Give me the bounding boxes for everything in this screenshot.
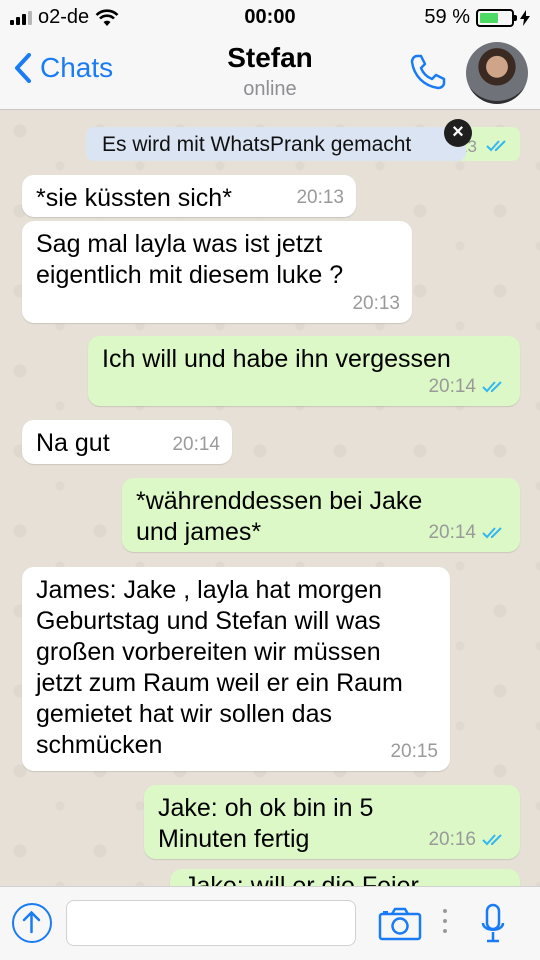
message-text: James: Jake , layla hat morgen Geburtsta… bbox=[36, 576, 403, 759]
message-bubble-outgoing[interactable]: Ich will und habe ihn vergessen 20:14 bbox=[88, 336, 520, 406]
message-bubble-outgoing[interactable]: Jake: oh ok bin in 5 Minuten fertig 20:1… bbox=[144, 785, 520, 859]
message-bubble-outgoing[interactable]: *währenddessen bei Jake und james* 20:14 bbox=[122, 478, 520, 552]
contact-name[interactable]: Stefan bbox=[0, 42, 540, 74]
camera-icon bbox=[378, 907, 422, 941]
message-time: 20:15 bbox=[390, 741, 438, 762]
message-time: 20:14 bbox=[428, 522, 476, 543]
battery-percent: 59 % bbox=[424, 6, 470, 28]
chat-header: Chats Stefan online bbox=[0, 36, 540, 110]
arrow-up-icon bbox=[22, 910, 41, 934]
close-icon[interactable]: × bbox=[444, 119, 472, 147]
message-meta: 20:14 bbox=[172, 429, 220, 460]
more-dots-icon bbox=[443, 909, 447, 939]
whatsprank-banner: Es wird mit WhatsPrank gemacht bbox=[86, 127, 466, 161]
read-ticks-icon bbox=[486, 140, 506, 152]
status-right: 59 % bbox=[424, 6, 530, 29]
message-bubble-incoming[interactable]: Sag mal layla was ist jetzt eigentlich m… bbox=[22, 221, 412, 323]
microphone-icon bbox=[481, 903, 505, 943]
chat-area[interactable]: 13 Es wird mit WhatsPrank gemacht × *sie… bbox=[0, 111, 540, 886]
upload-arrow-icon[interactable] bbox=[12, 903, 52, 943]
contact-avatar[interactable] bbox=[466, 42, 528, 104]
status-bar: o2-de 00:00 59 % bbox=[0, 0, 540, 36]
battery-fill bbox=[480, 12, 498, 23]
read-ticks-icon bbox=[482, 526, 502, 538]
phone-icon bbox=[410, 54, 446, 90]
camera-button[interactable] bbox=[378, 907, 422, 946]
message-time: 20:14 bbox=[172, 434, 220, 455]
message-meta: 20:15 bbox=[390, 736, 438, 767]
message-time: 20:13 bbox=[352, 293, 400, 314]
message-text: Sag mal layla was ist jetzt eigentlich m… bbox=[36, 230, 344, 289]
input-bar bbox=[0, 886, 540, 960]
message-text: *währenddessen bei Jake und james* bbox=[136, 487, 423, 546]
message-meta: 20:16 bbox=[428, 824, 508, 855]
message-bubble-incoming[interactable]: Na gut 20:14 bbox=[22, 420, 232, 464]
microphone-button[interactable] bbox=[480, 903, 506, 950]
message-bubble-outgoing[interactable]: Jake: will er die Feier bbox=[170, 869, 520, 886]
message-meta: 20:13 bbox=[296, 182, 344, 213]
message-input[interactable] bbox=[66, 900, 356, 946]
message-meta: 20:14 bbox=[428, 517, 508, 548]
read-ticks-icon bbox=[482, 380, 502, 392]
battery-icon bbox=[476, 8, 517, 27]
message-time: 20:16 bbox=[428, 829, 476, 850]
message-bubble-incoming[interactable]: James: Jake , layla hat morgen Geburtsta… bbox=[22, 567, 450, 771]
message-meta: 20:13 bbox=[352, 288, 400, 319]
message-text: Jake: oh ok bin in 5 Minuten fertig bbox=[158, 794, 374, 853]
message-time: 20:13 bbox=[296, 187, 344, 208]
charging-bolt-icon bbox=[520, 9, 530, 26]
message-bubble-incoming[interactable]: *sie küssten sich* 20:13 bbox=[22, 175, 356, 217]
call-button[interactable] bbox=[408, 52, 448, 97]
message-meta: 20:14 bbox=[428, 371, 508, 402]
contact-status: online bbox=[243, 78, 297, 100]
message-text: Jake: will er die Feier bbox=[184, 872, 419, 886]
message-time: 20:14 bbox=[428, 376, 476, 397]
read-ticks-icon bbox=[482, 833, 502, 845]
